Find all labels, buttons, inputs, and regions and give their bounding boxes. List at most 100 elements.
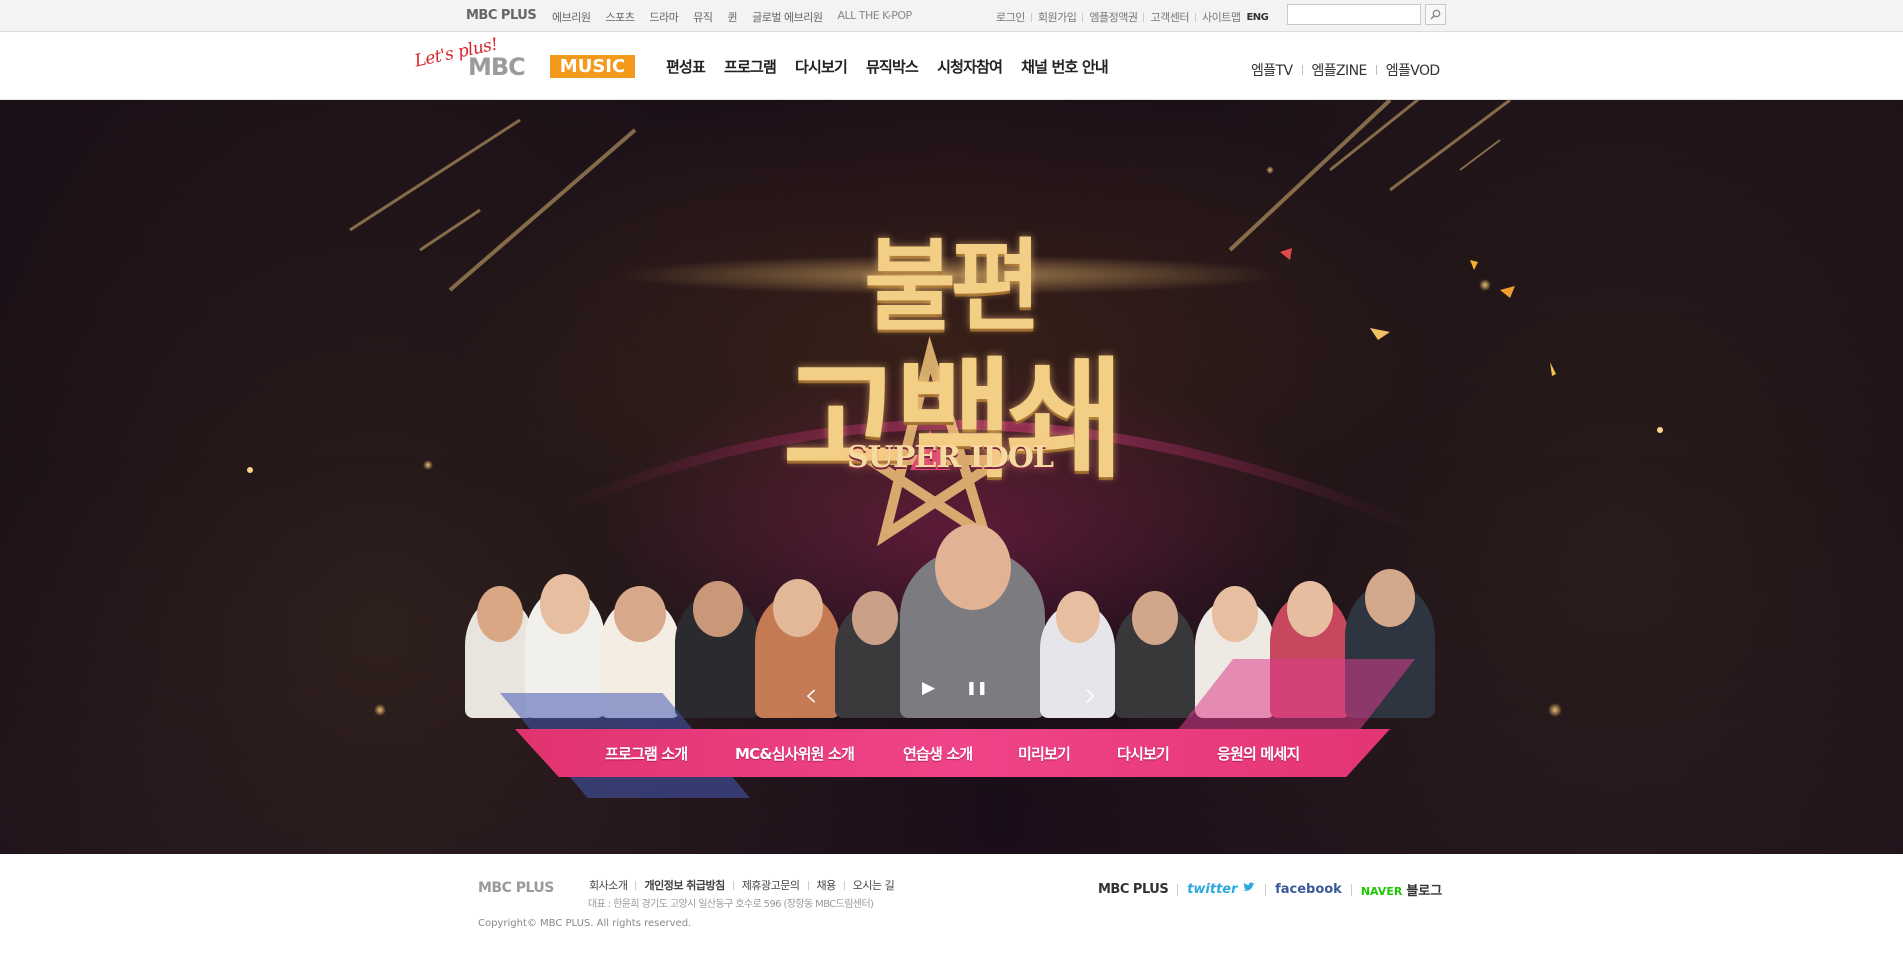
confetti [1500, 286, 1515, 298]
search-button[interactable] [1425, 4, 1446, 25]
next-slide-button[interactable]: › [1076, 675, 1106, 715]
nav-replay[interactable]: 다시보기 [795, 56, 848, 77]
menu-preview[interactable]: 미리보기 [1018, 743, 1071, 764]
super-idol-badge: SUPER IDOL [847, 440, 1054, 475]
divider [1143, 12, 1145, 22]
sparkle [1548, 703, 1562, 717]
light-streak [1459, 139, 1501, 171]
mbcplus-logo[interactable]: MBC PLUS [466, 8, 537, 23]
cast-member [675, 581, 760, 718]
sparkle [1266, 166, 1274, 174]
hero-banner: 불편 고백쇄 SUPER IDOL ‹ › ▶ ❚❚ 프로그램 소개 MC&심사… [0, 100, 1903, 854]
footer-copyright: Copyright© MBC PLUS. All rights reserved… [478, 918, 692, 929]
mbc-music-logo[interactable]: Let's plus! MBC MUSIC [413, 34, 644, 95]
footer-link-recruit[interactable]: 채용 [817, 877, 837, 893]
prev-slide-button[interactable]: ‹ [796, 675, 826, 715]
customer-center-link[interactable]: 고객센터 [1150, 9, 1189, 25]
confetti [1470, 260, 1478, 270]
confetti [1370, 328, 1390, 340]
divider [1265, 883, 1267, 896]
divider [1301, 65, 1303, 75]
nav-viewer-participation[interactable]: 시청자참여 [937, 56, 1003, 77]
social-mbcplus-link[interactable]: MBC PLUS [1098, 882, 1169, 897]
main-nav: 편성표 프로그램 다시보기 뮤직박스 시청자참여 채널 번호 안내 [666, 56, 1127, 77]
light-streak [419, 208, 481, 252]
eng-link[interactable]: ENG [1246, 12, 1268, 23]
site-header: Let's plus! MBC MUSIC 편성표 프로그램 다시보기 뮤직박스… [0, 33, 1903, 100]
search-input[interactable] [1287, 4, 1421, 25]
footer-mbcplus-logo: MBC PLUS [478, 880, 554, 896]
program-menu: 프로그램 소개 MC&심사위원 소개 연습생 소개 미리보기 다시보기 응원의 … [515, 729, 1390, 777]
signup-link[interactable]: 회원가입 [1038, 9, 1077, 25]
footer-links: 회사소개 개인정보 취급방침 제휴광고문의 채용 오시는 길 [589, 877, 895, 893]
blog-label: 블로그 [1406, 884, 1443, 899]
cast-member [1115, 591, 1195, 718]
nav-music-box[interactable]: 뮤직박스 [866, 56, 919, 77]
top-utility-inner: MBC PLUS 에브리원 스포츠 드라마 뮤직 퀸 글로벌 에브리원 ALL … [466, 0, 1448, 32]
family-site-links: 에브리원 스포츠 드라마 뮤직 퀸 글로벌 에브리원 ALL THE K-POP [552, 9, 927, 25]
family-link-queen[interactable]: 퀸 [727, 9, 737, 25]
link-mplus-zine[interactable]: 엠플ZINE [1312, 60, 1368, 80]
link-mplus-vod[interactable]: 엠플VOD [1386, 60, 1441, 80]
family-link-music[interactable]: 뮤직 [693, 9, 713, 25]
family-link-sports[interactable]: 스포츠 [605, 9, 634, 25]
social-links: MBC PLUS twitter facebook NAVER 블로그 [1098, 880, 1442, 899]
menu-trainees[interactable]: 연습생 소개 [903, 743, 973, 764]
nav-schedule[interactable]: 편성표 [666, 56, 706, 77]
sparkle [423, 460, 433, 470]
menu-program-intro[interactable]: 프로그램 소개 [605, 743, 688, 764]
pass-link[interactable]: 엠플정액권 [1089, 9, 1138, 25]
nav-program[interactable]: 프로그램 [724, 56, 777, 77]
footer-link-privacy[interactable]: 개인정보 취급방침 [644, 877, 725, 893]
family-link-drama[interactable]: 드라마 [649, 9, 678, 25]
menu-cheer-message[interactable]: 응원의 메세지 [1217, 743, 1300, 764]
site-footer: MBC PLUS 회사소개 개인정보 취급방침 제휴광고문의 채용 오시는 길 … [0, 854, 1903, 955]
sitemap-link[interactable]: 사이트맵 [1202, 9, 1241, 25]
divider [1082, 12, 1084, 22]
footer-address: 대표 : 한윤희 경기도 고양시 일산동구 호수로 596 (장항동 MBC드림… [588, 899, 874, 910]
logo-mbc-word: MBC [468, 53, 526, 81]
family-link-all-the-kpop[interactable]: ALL THE K-POP [837, 9, 912, 25]
confetti [1280, 248, 1292, 260]
divider [1177, 883, 1179, 896]
family-link-everyone[interactable]: 에브리원 [552, 9, 591, 25]
twitter-bird-icon [1243, 882, 1256, 891]
divider [1030, 12, 1032, 22]
nav-channel-info[interactable]: 채널 번호 안내 [1021, 56, 1109, 77]
pause-button[interactable]: ❚❚ [966, 681, 988, 696]
sparkle [1657, 427, 1663, 433]
social-twitter-link[interactable]: twitter [1187, 882, 1256, 897]
family-link-global-everyone[interactable]: 글로벌 에브리원 [752, 9, 823, 25]
footer-link-ad-inquiry[interactable]: 제휴광고문의 [742, 877, 800, 893]
light-streak [349, 118, 521, 232]
link-mplus-tv[interactable]: 엠플TV [1251, 60, 1293, 80]
sparkle [1479, 279, 1491, 291]
social-naver-blog-link[interactable]: NAVER 블로그 [1361, 880, 1442, 899]
util-links: 로그인 회원가입 엠플정액권 고객센터 사이트맵 ENG [996, 9, 1269, 25]
login-link[interactable]: 로그인 [996, 9, 1025, 25]
divider [1350, 883, 1352, 896]
divider [635, 880, 637, 890]
logo-music-word: MUSIC [550, 55, 635, 78]
menu-replay[interactable]: 다시보기 [1117, 743, 1170, 764]
divider [843, 880, 845, 890]
twitter-label: twitter [1187, 882, 1238, 897]
play-button[interactable]: ▶ [922, 678, 935, 698]
divider [807, 880, 809, 890]
divider [1194, 12, 1196, 22]
menu-mc-judges[interactable]: MC&심사위원 소개 [735, 743, 855, 764]
service-links: 엠플TV 엠플ZINE 엠플VOD [1251, 60, 1440, 80]
social-facebook-link[interactable]: facebook [1275, 882, 1342, 897]
top-utility-bar: MBC PLUS 에브리원 스포츠 드라마 뮤직 퀸 글로벌 에브리원 ALL … [0, 0, 1903, 32]
sparkle [374, 704, 386, 716]
footer-link-company[interactable]: 회사소개 [589, 877, 628, 893]
naver-label: NAVER [1360, 885, 1403, 898]
footer-link-directions[interactable]: 오시는 길 [853, 877, 895, 893]
divider [732, 880, 734, 890]
divider [1375, 65, 1377, 75]
program-title-logo: 불편 고백쇄 SUPER IDOL [620, 195, 1280, 525]
sparkle [247, 467, 253, 473]
search-icon [1430, 9, 1441, 20]
program-menu-band: 프로그램 소개 MC&심사위원 소개 연습생 소개 미리보기 다시보기 응원의 … [500, 659, 1415, 798]
confetti [1550, 362, 1556, 376]
